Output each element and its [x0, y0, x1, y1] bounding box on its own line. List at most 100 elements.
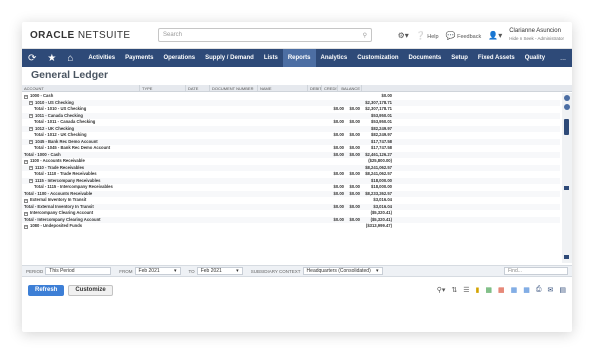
collapse-toggle-icon[interactable]: − [29, 127, 33, 131]
settings-icon[interactable] [564, 104, 570, 110]
home-icon[interactable]: ⌂ [67, 53, 73, 64]
excel-export-icon[interactable]: ▦ [485, 286, 492, 294]
scroll-marker [564, 255, 569, 259]
collapse-toggle-icon[interactable]: − [24, 94, 28, 99]
col-type[interactable]: TYPE [140, 85, 186, 91]
nav-items: Activities Payments Operations Supply / Dem… [83, 49, 550, 67]
user-role-icon[interactable]: 👤▾ [488, 31, 502, 40]
row-account-text: External Inventory In Transit [30, 197, 87, 202]
col-date[interactable]: DATE [186, 85, 210, 91]
global-search-input[interactable]: Search ⚲ [158, 28, 372, 42]
row-account-text: 1011 - Canada Checking [35, 112, 83, 118]
feedback-label: Feedback [457, 33, 482, 40]
subsidiary-select[interactable]: Headquarters (Consolidated) ▾ [302, 267, 383, 275]
recent-icon[interactable]: ⟳ [28, 53, 36, 64]
collapse-toggle-icon[interactable]: − [29, 166, 33, 170]
filter-bar: PERIOD This Period FROM Feb 2021 ▾ TO Feb… [22, 265, 572, 277]
to-select[interactable]: Feb 2021 ▾ [196, 267, 243, 275]
row-credit [344, 223, 360, 230]
csv-export-icon[interactable]: ▦ [511, 286, 518, 294]
vertical-scrollbar[interactable] [562, 93, 572, 263]
from-value: Feb 2021 [138, 268, 160, 274]
feedback-icon: 💬 [445, 30, 456, 40]
row-account-text: 1115 - Intercompany Receivables [35, 177, 101, 183]
row-account-text: 1100 - Accounts Receivable [30, 158, 85, 163]
nav-item-documents[interactable]: Documents [404, 49, 447, 67]
save-icon[interactable]: ▤ [559, 286, 566, 294]
collapse-toggle-icon[interactable]: − [24, 198, 28, 203]
collapse-toggle-icon[interactable]: − [29, 114, 33, 118]
shortcuts-star-icon[interactable]: ★ [47, 53, 56, 64]
customize-button[interactable]: Customize [68, 284, 113, 296]
row-account-text: Total - Intercompany Clearing Account [24, 216, 101, 222]
filter-icon[interactable]: ⚲▾ [437, 286, 446, 294]
row-account-text: 1080 - Undeposited Funds [30, 223, 83, 228]
nav-item-analytics[interactable]: Analytics [316, 49, 353, 67]
nav-item-activities[interactable]: Activities [83, 49, 120, 67]
collapse-toggle-icon[interactable]: − [29, 140, 33, 144]
oracle-netsuite-logo[interactable]: ORACLE NETSUITE [30, 30, 142, 41]
chevron-down-icon: ▾ [236, 268, 239, 274]
pdf-export-icon[interactable]: ▦ [498, 286, 505, 294]
nav-item-supply-demand[interactable]: Supply / Demand [200, 49, 259, 67]
scroll-marker [564, 186, 569, 190]
top-right-tools: ⚙▾ ❔ Help 💬 Feedback 👤▾ Clarianne Asunci… [398, 28, 564, 42]
user-menu[interactable]: Clarianne Asuncion Hide n Seek - Adminis… [509, 28, 564, 42]
nav-more-button[interactable]: ... [560, 55, 566, 62]
logo-oracle-text: ORACLE [30, 29, 75, 41]
word-export-icon[interactable]: ▦ [523, 286, 530, 294]
col-name[interactable]: NAME [258, 85, 308, 91]
col-balance[interactable]: BALANCE [338, 85, 362, 91]
nav-item-fixed-assets[interactable]: Fixed Assets [473, 49, 520, 67]
collapse-toggle-icon[interactable]: − [24, 211, 28, 216]
nav-item-operations[interactable]: Operations [158, 49, 200, 67]
row-account-text: 1010 - US Checking [35, 99, 74, 105]
info-icon[interactable] [564, 95, 570, 101]
col-debit[interactable]: DEBIT [308, 85, 322, 91]
ledger-rows: −1000 - Cash $0.00−1010 - US Checking $2,3… [22, 93, 560, 230]
nav-item-reports[interactable]: Reports [282, 49, 316, 67]
help-label: Help [427, 33, 439, 40]
collapse-toggle-icon[interactable]: − [24, 159, 28, 164]
row-account-text: Total - External Inventory In Transit [24, 203, 94, 209]
find-input[interactable]: Find... [504, 267, 568, 275]
col-document-number[interactable]: DOCUMENT NUMBER [210, 85, 258, 91]
row-account: −1080 - Undeposited Funds [22, 223, 328, 230]
email-icon[interactable]: ✉ [548, 286, 554, 294]
row-account-text: Total - 1110 - Trade Receivables [34, 171, 97, 176]
main-nav: ⟳ ★ ⌂ Activities Payments Operations Supply… [22, 49, 572, 67]
row-account-text: 1012 - UK Checking [35, 125, 75, 131]
period-select[interactable]: This Period [45, 267, 112, 275]
search-icon[interactable]: ⚲ [363, 32, 367, 39]
columns-icon[interactable]: ☰ [463, 286, 469, 294]
subsidiary-value: Headquarters (Consolidated) [306, 268, 371, 274]
row-account-text: Total - 1010 - US Checking [34, 106, 87, 111]
chart-icon[interactable]: ▮ [476, 286, 480, 294]
feedback-link[interactable]: 💬 Feedback [446, 31, 482, 40]
sort-icon[interactable]: ⇅ [451, 286, 457, 294]
nav-item-quality[interactable]: Quality [520, 49, 550, 67]
logo-netsuite-text: NETSUITE [77, 29, 131, 41]
table-row[interactable]: −1080 - Undeposited Funds ($313,999.47) [22, 223, 560, 230]
collapse-toggle-icon[interactable]: − [29, 101, 33, 105]
collapse-toggle-icon[interactable]: − [29, 179, 33, 183]
chevron-down-icon: ▾ [174, 268, 177, 274]
nav-item-setup[interactable]: Setup [446, 49, 473, 67]
recent-records-icon[interactable]: ⚙▾ [398, 31, 409, 40]
ledger-sheet: ACCOUNT TYPE DATE DOCUMENT NUMBER NAME D… [22, 85, 572, 263]
col-account[interactable]: ACCOUNT [22, 85, 140, 91]
row-account-text: Total - 1115 - Intercompany Receivables [34, 184, 113, 189]
nav-item-payments[interactable]: Payments [120, 49, 158, 67]
print-icon[interactable]: ⎙ [536, 286, 542, 294]
refresh-button[interactable]: Refresh [28, 284, 65, 296]
help-link[interactable]: ❔ Help [416, 31, 439, 40]
nav-item-lists[interactable]: Lists [259, 49, 283, 67]
scrollbar-thumb[interactable] [564, 119, 569, 135]
col-credit[interactable]: CREDIT [322, 85, 338, 91]
subsidiary-label: SUBSIDIARY CONTEXT [250, 268, 301, 274]
collapse-toggle-icon[interactable]: − [24, 224, 28, 229]
row-account-text: Total - 1012 - UK Checking [34, 132, 87, 137]
report-tools: ⚲▾ ⇅ ☰ ▮ ▦ ▦ ▦ ▦ ⎙ ✉ ▤ [437, 286, 566, 294]
from-select[interactable]: Feb 2021 ▾ [134, 267, 181, 275]
nav-item-customization[interactable]: Customization [352, 49, 403, 67]
